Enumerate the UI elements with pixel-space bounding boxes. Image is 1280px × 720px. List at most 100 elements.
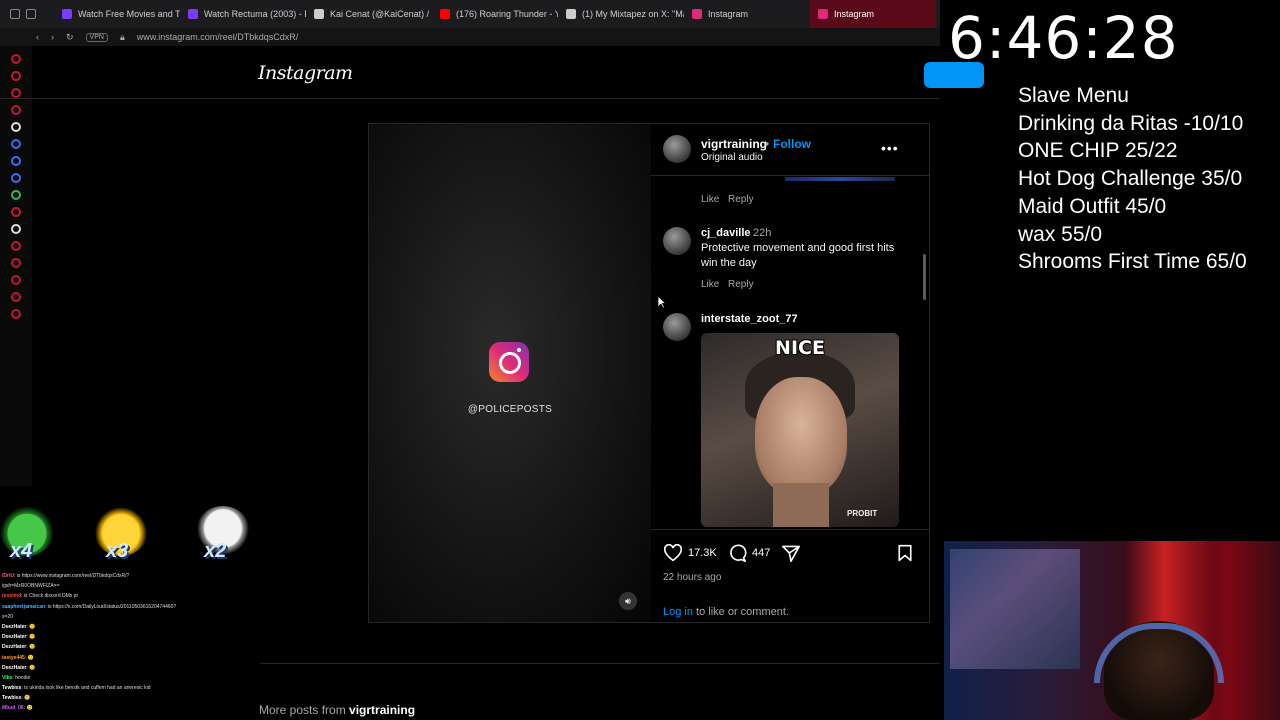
gif-face — [755, 377, 847, 495]
sidebar-app-icon[interactable] — [11, 258, 21, 268]
like-comment-button[interactable]: Like — [701, 194, 719, 205]
instagram-favicon-icon — [692, 9, 702, 19]
comment-username[interactable]: interstate_zoot_77 — [701, 313, 798, 325]
reload-icon[interactable]: ↻ — [66, 32, 74, 43]
sidebar-clock-icon[interactable] — [11, 275, 21, 285]
chat-text: : 🙂 — [26, 644, 36, 651]
login-link[interactable]: Log in — [663, 606, 693, 618]
post-username[interactable]: vigrtraining — [701, 137, 767, 151]
tab-title: Watch Free Movies and T — [78, 9, 180, 19]
chat-message: DeezHater: 🙂 — [2, 632, 252, 642]
avatar[interactable] — [663, 227, 691, 255]
chat-message: s=20 — [2, 612, 252, 622]
sidebar-app-icon[interactable] — [11, 292, 21, 302]
browser-tab[interactable] — [0, 0, 54, 28]
chat-username: tastye445 — [2, 654, 25, 661]
window-icon[interactable] — [10, 9, 20, 19]
chat-message: saapheetjamaican: is https://x.com/Daily… — [2, 602, 252, 612]
tab-favicon-icon — [188, 9, 198, 19]
comments-list[interactable]: Like Reply cj_daville 22h Protective mov… — [651, 177, 929, 529]
menu-line: wax 55/0 — [1018, 222, 1103, 246]
chat-text: : is https://x.com/DailyLoud/status/2011… — [45, 603, 177, 610]
chat-message: teoslmd: is Check discord DMs pr — [2, 591, 252, 601]
chat-text: : is Check discord DMs pr — [21, 593, 79, 600]
tab-3[interactable]: (176) Roaring Thunder - Y — [432, 0, 558, 28]
sidebar-settings-icon[interactable] — [11, 122, 21, 132]
chat-text: : 🙂 — [26, 634, 36, 641]
share-icon[interactable] — [781, 544, 801, 562]
chat-message: DeezHater: 🙂 — [2, 663, 252, 673]
sidebar-app-icon[interactable] — [11, 71, 21, 81]
twitch-icon[interactable] — [11, 156, 21, 166]
sidebar-app-icon[interactable] — [11, 139, 21, 149]
chat-username: teoslmd — [2, 593, 22, 600]
reply-button[interactable]: Reply — [728, 279, 754, 290]
tab-favicon-icon — [62, 9, 72, 19]
tab-1[interactable]: Watch Rectuma (2003) - F — [180, 0, 306, 28]
tab-title: (1) My Mixtapez on X: "Ma — [582, 9, 684, 19]
x-icon[interactable] — [11, 224, 21, 234]
like-comment-button[interactable]: Like — [701, 279, 719, 290]
comment-icon[interactable] — [727, 544, 747, 562]
sidebar-app-icon[interactable] — [11, 241, 21, 251]
reel-video[interactable]: @POLICEPOSTS 🔊︎ — [369, 124, 651, 622]
avatar[interactable] — [663, 313, 691, 341]
comment-gif[interactable]: NICE PROBIT — [701, 333, 899, 527]
chat-message: Tewbiss: ts ukinda look like benstk and … — [2, 683, 252, 693]
sidebar-app-icon[interactable] — [11, 54, 21, 64]
tab-title: Watch Rectuma (2003) - F — [204, 9, 306, 19]
chat-text: : 🙂 — [23, 705, 33, 712]
menu-line: Drinking da Ritas -10/10 — [1018, 111, 1244, 135]
partial-image-edge — [785, 177, 895, 181]
tabs-icon[interactable] — [26, 9, 36, 19]
stream-timer: 6:46:28 — [948, 4, 1179, 72]
mouse-cursor-icon — [657, 295, 666, 309]
chat-username: DezzHater — [2, 644, 27, 651]
chat-message: DeezHater: 🙂 — [2, 622, 252, 632]
browser-sidebar — [0, 46, 32, 486]
sidebar-app-icon[interactable] — [11, 88, 21, 98]
youtube-icon — [440, 9, 450, 19]
tab-4[interactable]: (1) My Mixtapez on X: "Ma — [558, 0, 684, 28]
instagram-icon[interactable] — [11, 207, 21, 217]
audio-link[interactable]: Original audio — [701, 152, 763, 163]
menu-line: Slave Menu — [1018, 84, 1129, 107]
sidebar-app-icon[interactable] — [11, 105, 21, 115]
chat-message: Mbud_06: 🙂 — [2, 703, 252, 713]
chat-username: Vibs — [2, 674, 13, 681]
back-icon[interactable]: ‹ — [36, 32, 39, 42]
login-prompt-text: to like or comment. — [692, 606, 789, 618]
bookmark-icon[interactable] — [897, 544, 913, 562]
reply-button[interactable]: Reply — [728, 194, 754, 205]
tab-0[interactable]: Watch Free Movies and T — [54, 0, 180, 28]
tab-2[interactable]: Kai Cenat (@KaiCenat) / X — [306, 0, 432, 28]
forward-icon[interactable]: › — [51, 32, 54, 42]
chat-message: DezzHater: 🙂 — [2, 642, 252, 652]
more-options-icon[interactable]: ••• — [881, 140, 899, 156]
menu-line: ONE CHIP 25/22 — [1018, 139, 1178, 163]
mute-icon[interactable]: 🔊︎ — [619, 592, 637, 610]
whatsapp-icon[interactable] — [11, 190, 21, 200]
comments-scrollbar[interactable] — [919, 177, 927, 529]
chat-message: tastye445: 🙂 — [2, 653, 252, 663]
tab-6-active[interactable]: Instagram — [810, 0, 936, 28]
url-field[interactable]: www.instagram.com/reel/DTbkdqsCdxR/ — [137, 32, 299, 42]
avatar[interactable] — [663, 135, 691, 163]
webcam-feed — [944, 541, 1280, 720]
follow-button[interactable]: Follow — [773, 137, 811, 151]
chat-message: Vibs: hoodie — [2, 673, 252, 683]
sidebar-settings-icon[interactable] — [11, 309, 21, 319]
more-posts-user[interactable]: vigrtraining — [349, 703, 415, 717]
comment-username[interactable]: cj_daville — [701, 227, 751, 239]
comments-scrollbar-thumb[interactable] — [923, 254, 926, 300]
instagram-logo[interactable]: Instagram — [258, 62, 353, 84]
chat-username: Tewbiss — [2, 695, 22, 702]
stream-chat: iDriU: is https://www.instagram.com/reel… — [2, 571, 252, 714]
more-posts-heading: More posts from vigrtraining — [259, 703, 415, 717]
heart-icon[interactable] — [663, 544, 683, 562]
vpn-badge[interactable]: VPN — [85, 32, 108, 42]
tab-5[interactable]: Instagram — [684, 0, 810, 28]
video-watermark: @POLICEPOSTS — [467, 404, 553, 415]
like-count: 17.3K — [688, 547, 717, 559]
messenger-icon[interactable] — [11, 173, 21, 183]
